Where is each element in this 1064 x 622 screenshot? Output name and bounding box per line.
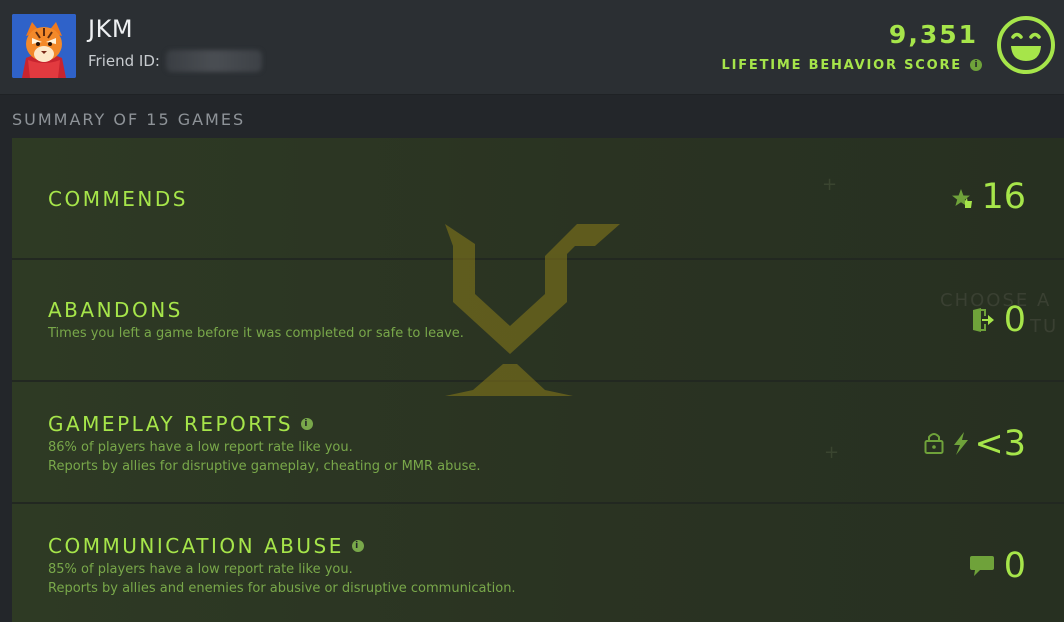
info-icon[interactable]: i — [351, 540, 364, 552]
star-thumbs-up-icon — [952, 189, 972, 208]
friend-id-label: Friend ID: — [88, 52, 160, 70]
decor-plus: + — [824, 442, 840, 463]
row-description: 86% of players have a low report rate li… — [48, 440, 353, 455]
row-title-wrap: GAMEPLAY REPORTS i — [48, 412, 314, 436]
friend-id-row: Friend ID: — [88, 50, 262, 72]
exit-door-icon — [973, 308, 994, 332]
communication-abuse-row: COMMUNICATION ABUSE i 85% of players hav… — [12, 504, 1064, 622]
gameplay-reports-row: GAMEPLAY REPORTS i 86% of players have a… — [12, 382, 1064, 504]
commends-row: COMMENDS 16 + — [12, 138, 1064, 260]
commends-value: 16 — [981, 177, 1026, 217]
row-title: COMMENDS — [48, 187, 188, 211]
info-icon[interactable]: i — [970, 59, 982, 71]
profile-header: JKM Friend ID: 9,351 LIFETIME BEHAVIOR S… — [0, 0, 1064, 95]
background-ghost-text: CHOOSE A — [940, 290, 1052, 311]
lock-lightning-icon — [924, 432, 968, 455]
behavior-score-label-row: LIFETIME BEHAVIOR SCORE i — [721, 55, 982, 75]
avatar[interactable] — [12, 14, 76, 78]
row-title-wrap: COMMUNICATION ABUSE i — [48, 534, 364, 558]
info-icon[interactable]: i — [301, 418, 314, 430]
row-title: GAMEPLAY REPORTS — [48, 412, 294, 436]
behavior-score-label: LIFETIME BEHAVIOR SCORE — [721, 57, 962, 73]
abandons-row: ABANDONS Times you left a game before it… — [12, 260, 1064, 382]
background-ghost-text: TU — [1030, 316, 1059, 337]
gameplay-reports-value: <3 — [974, 424, 1026, 464]
friend-id-redacted — [165, 50, 262, 72]
summary-title: SUMMARY OF 15 GAMES — [12, 110, 246, 129]
decor-plus: + — [822, 174, 838, 195]
row-description: 85% of players have a low report rate li… — [48, 562, 353, 577]
row-description-secondary: Reports by allies for disruptive gamepla… — [48, 459, 481, 474]
summary-panel: COMMENDS 16 + ABANDONS Times you left a … — [12, 138, 1064, 622]
row-description: Times you left a game before it was comp… — [48, 326, 464, 341]
row-description-secondary: Reports by allies and enemies for abusiv… — [48, 581, 516, 596]
behavior-score-value: 9,351 — [888, 20, 978, 49]
player-name: JKM — [88, 15, 134, 43]
tiger-avatar-icon — [12, 14, 76, 78]
communication-abuse-value: 0 — [1003, 546, 1026, 586]
smiley-face-icon — [997, 16, 1055, 74]
row-title: COMMUNICATION ABUSE — [48, 534, 344, 558]
row-title: ABANDONS — [48, 298, 183, 322]
chat-bubble-icon — [970, 556, 994, 576]
